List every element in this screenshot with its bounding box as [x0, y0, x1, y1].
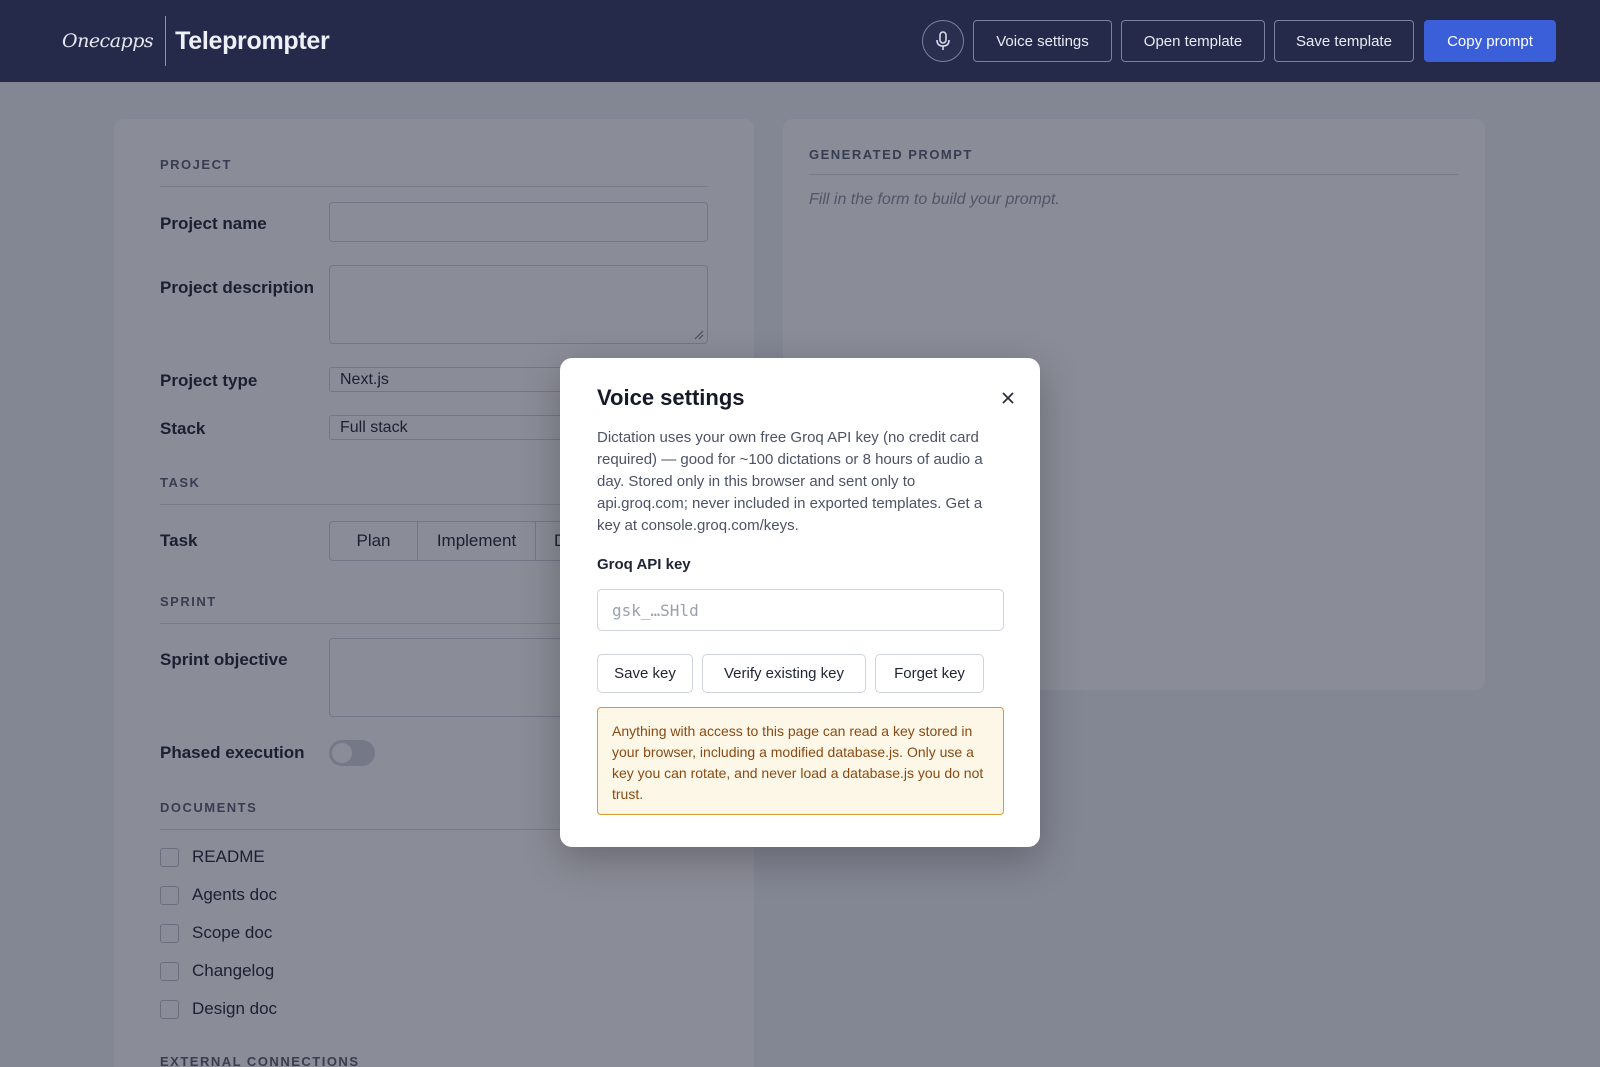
- voice-settings-button[interactable]: Voice settings: [973, 20, 1112, 62]
- api-key-input[interactable]: [597, 589, 1004, 631]
- close-icon[interactable]: [1000, 390, 1016, 406]
- forget-key-button[interactable]: Forget key: [875, 654, 984, 693]
- save-template-button[interactable]: Save template: [1274, 20, 1414, 62]
- verify-key-button[interactable]: Verify existing key: [702, 654, 866, 693]
- api-key-label: Groq API key: [597, 556, 691, 573]
- dialog-description: Dictation uses your own free Groq API ke…: [597, 429, 983, 534]
- open-template-button[interactable]: Open template: [1121, 20, 1265, 62]
- voice-settings-dialog: Voice settings Dictation uses your own f…: [560, 358, 1040, 847]
- app-title: Teleprompter: [175, 26, 330, 55]
- brand: Onecapps Teleprompter: [62, 16, 330, 66]
- security-warning: Anything with access to this page can re…: [597, 707, 1004, 815]
- microphone-button[interactable]: [922, 20, 964, 62]
- top-bar: Onecapps Teleprompter Voice settings Ope…: [0, 0, 1600, 82]
- save-key-button[interactable]: Save key: [597, 654, 693, 693]
- company-logo: Onecapps: [62, 16, 167, 66]
- dialog-title: Voice settings: [597, 385, 745, 410]
- microphone-icon: [936, 31, 950, 50]
- copy-prompt-button[interactable]: Copy prompt: [1424, 20, 1556, 62]
